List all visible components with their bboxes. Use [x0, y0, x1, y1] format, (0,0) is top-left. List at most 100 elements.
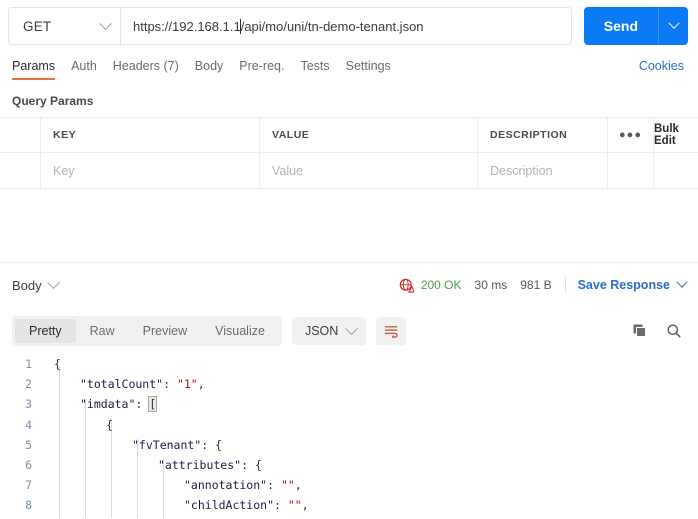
- save-response-button[interactable]: Save Response: [578, 278, 670, 292]
- response-language-label: JSON: [304, 324, 339, 338]
- code-token: "childAction": [184, 498, 275, 513]
- param-description-cell[interactable]: Description: [478, 153, 608, 188]
- http-method-dropdown[interactable]: GET: [8, 7, 120, 45]
- bracket-match: [: [148, 396, 158, 413]
- param-value-cell[interactable]: Value: [260, 153, 478, 188]
- tab-params[interactable]: Params: [12, 59, 66, 80]
- code-line: 5 "fvTenant": {: [0, 435, 698, 455]
- response-status-bar: Body 200 OK 30 ms 981 B Save Response: [0, 270, 698, 300]
- http-method-label: GET: [23, 18, 52, 34]
- table-row: Key Value Description: [0, 153, 698, 188]
- search-icon: [667, 324, 681, 338]
- code-line: 8 "childAction": "",: [0, 495, 698, 515]
- code-token: "annotation": [184, 478, 268, 493]
- url-input[interactable]: https://192.168.1.1/api/mo/uni/tn-demo-t…: [120, 7, 572, 45]
- code-line-text: "totalCount": "1",: [44, 377, 205, 391]
- code-token: :: [163, 377, 177, 392]
- word-wrap-icon: [384, 325, 398, 338]
- code-line: 7 "annotation": "",: [0, 475, 698, 495]
- search-button[interactable]: [662, 319, 686, 343]
- code-line-text: {: [44, 357, 61, 371]
- line-number: 4: [25, 417, 32, 432]
- line-number: 1: [25, 357, 32, 372]
- row-spacer-cell: [608, 153, 654, 188]
- line-number: 5: [25, 437, 32, 452]
- code-line-text: "fvTenant": {: [44, 438, 222, 452]
- code-line-text: "attributes": {: [44, 458, 262, 472]
- globe-warning-icon[interactable]: [399, 278, 414, 293]
- chevron-down-icon: [46, 275, 60, 289]
- url-text: https://192.168.1.1/api/mo/uni/tn-demo-t…: [133, 18, 424, 34]
- table-options-button[interactable]: ●●●: [608, 118, 654, 152]
- chevron-down-icon: [667, 17, 680, 29]
- postman-request-response-pane: GET https://192.168.1.1/api/mo/uni/tn-de…: [0, 0, 698, 519]
- send-button[interactable]: Send: [583, 7, 658, 45]
- code-token: : {: [201, 437, 223, 452]
- tab-tests[interactable]: Tests: [300, 59, 340, 80]
- select-all-cell: [0, 118, 41, 152]
- column-header-key: KEY: [41, 118, 260, 152]
- tab-body[interactable]: Body: [195, 59, 235, 80]
- tab-pretty[interactable]: Pretty: [15, 319, 76, 343]
- tab-pre-request[interactable]: Pre-req.: [239, 59, 295, 80]
- url-bar: GET https://192.168.1.1/api/mo/uni/tn-de…: [0, 0, 698, 52]
- code-token: {: [54, 357, 61, 372]
- line-number: 8: [25, 498, 32, 513]
- code-line-text: {: [44, 418, 113, 432]
- code-line-text: "imdata": [: [44, 396, 158, 413]
- column-header-description-label: DESCRIPTION: [490, 129, 568, 141]
- copy-button[interactable]: [628, 319, 652, 343]
- param-description-placeholder: Description: [490, 163, 553, 178]
- code-token: "fvTenant": [132, 437, 202, 452]
- response-body-label: Body: [12, 277, 42, 293]
- tab-settings[interactable]: Settings: [346, 59, 402, 80]
- send-button-group: Send: [583, 7, 688, 45]
- param-value-placeholder: Value: [272, 163, 304, 178]
- row-checkbox-cell[interactable]: [0, 153, 41, 188]
- tab-raw[interactable]: Raw: [76, 319, 129, 343]
- row-spacer-cell-2: [654, 153, 698, 188]
- chevron-down-icon: [99, 16, 112, 30]
- code-token: :: [135, 397, 150, 412]
- code-token: "": [287, 498, 302, 513]
- column-header-description: DESCRIPTION: [478, 118, 608, 152]
- code-token: "": [280, 478, 295, 493]
- code-token: : {: [241, 458, 262, 473]
- table-header-row: KEY VALUE DESCRIPTION ●●● Bulk Edit: [0, 118, 698, 153]
- tab-headers[interactable]: Headers (7): [113, 59, 190, 80]
- bulk-edit-button[interactable]: Bulk Edit: [654, 118, 698, 152]
- column-header-value: VALUE: [260, 118, 478, 152]
- chevron-down-icon: [345, 321, 359, 335]
- code-token: :: [274, 498, 288, 513]
- cookies-link[interactable]: Cookies: [639, 59, 684, 73]
- code-line: 1{: [0, 354, 698, 374]
- code-token: ,: [294, 478, 302, 493]
- response-time-text: 30 ms: [474, 278, 508, 292]
- ellipsis-icon: ●●●: [619, 128, 642, 141]
- response-body-dropdown[interactable]: Body: [12, 275, 60, 293]
- response-format-segment: Pretty Raw Preview Visualize: [12, 316, 282, 346]
- code-line-text: "childAction": "",: [44, 498, 309, 512]
- code-token: "1": [176, 377, 198, 392]
- line-number: 6: [25, 458, 32, 473]
- column-header-key-label: KEY: [53, 129, 77, 141]
- copy-icon: [633, 324, 646, 337]
- param-key-cell[interactable]: Key: [41, 153, 260, 188]
- code-token: {: [106, 417, 113, 432]
- param-key-placeholder: Key: [53, 163, 75, 178]
- code-token: ,: [301, 498, 309, 513]
- tab-auth[interactable]: Auth: [71, 59, 108, 80]
- tab-preview[interactable]: Preview: [129, 319, 201, 343]
- response-body-code[interactable]: 1{2 "totalCount": "1", 3 "imdata": [4{5 "fvT…: [0, 354, 698, 519]
- response-language-dropdown[interactable]: JSON: [291, 317, 367, 345]
- code-token: ,: [197, 377, 205, 392]
- chevron-down-icon[interactable]: [676, 276, 688, 288]
- query-params-title: Query Params: [12, 94, 94, 108]
- line-number: 2: [25, 377, 32, 392]
- bulk-edit-label: Bulk Edit: [654, 123, 679, 147]
- code-token: "totalCount": [80, 377, 164, 392]
- send-options-dropdown[interactable]: [658, 7, 688, 45]
- word-wrap-toggle[interactable]: [376, 317, 407, 345]
- response-size-text: 981 B: [520, 278, 552, 292]
- tab-visualize[interactable]: Visualize: [201, 319, 279, 343]
